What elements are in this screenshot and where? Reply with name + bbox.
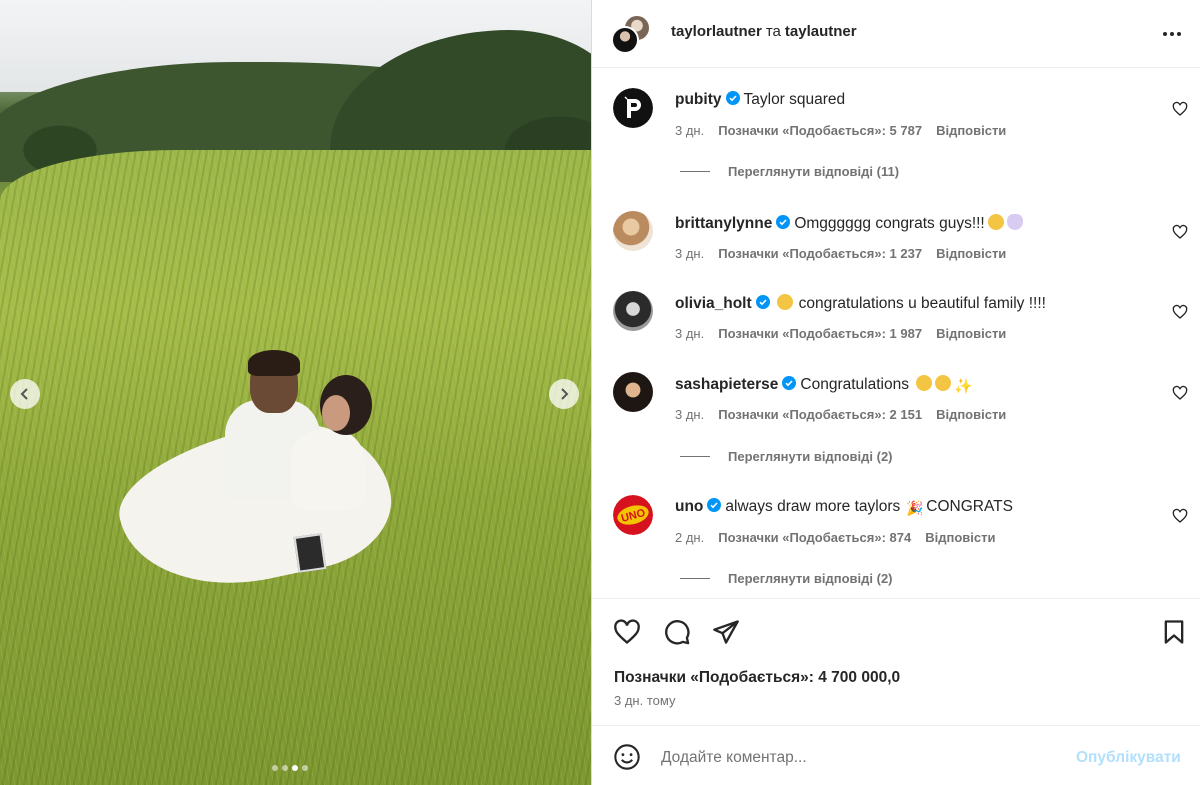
avatar[interactable] xyxy=(613,88,653,128)
comment-likes[interactable]: Позначки «Подобається»: 1 987 xyxy=(718,326,922,341)
comment-username[interactable]: uno xyxy=(675,498,703,515)
heart-icon[interactable] xyxy=(1172,385,1188,401)
comment-text: congratulations u beautiful family !!!! xyxy=(798,295,1046,312)
comment-text-continued: CONGRATS xyxy=(926,498,1013,515)
comment-text: Omgggggg congrats guys!!! xyxy=(794,215,985,232)
view-replies-button[interactable]: Переглянути відповіді (2) xyxy=(680,571,893,586)
heart-icon[interactable] xyxy=(1172,224,1188,240)
reply-button[interactable]: Відповісти xyxy=(925,530,995,545)
comment-time[interactable]: 2 дн. xyxy=(675,530,704,545)
comment-time[interactable]: 3 дн. xyxy=(675,123,704,138)
post-comment-button[interactable]: Опублікувати xyxy=(1076,749,1181,767)
heart-icon[interactable] xyxy=(613,618,641,646)
post-header: taylorlautner та taylautner xyxy=(592,0,1200,68)
verified-icon xyxy=(707,498,722,512)
bookmark-icon[interactable] xyxy=(1160,618,1188,646)
purple-heart-emoji-icon xyxy=(1006,214,1023,230)
carousel-dot xyxy=(272,765,278,771)
comment-username[interactable]: olivia_holt xyxy=(675,295,752,312)
pleading-face-emoji-icon xyxy=(776,294,793,310)
author-link-2[interactable]: taylautner xyxy=(785,23,857,40)
chevron-right-icon xyxy=(561,388,569,400)
comment-time[interactable]: 3 дн. xyxy=(675,246,704,261)
avatar[interactable] xyxy=(613,372,653,412)
more-options-button[interactable] xyxy=(1160,24,1184,44)
comment-text: Taylor squared xyxy=(743,91,846,108)
author-link-1[interactable]: taylorlautner xyxy=(671,23,762,40)
reply-button[interactable]: Відповісти xyxy=(936,246,1006,261)
emoji-icon[interactable] xyxy=(613,743,641,771)
post-time[interactable]: 3 дн. тому xyxy=(614,693,675,708)
reply-button[interactable]: Відповісти xyxy=(936,123,1006,138)
verified-icon xyxy=(725,91,740,105)
reply-button[interactable]: Відповісти xyxy=(936,326,1006,341)
comments-list[interactable]: pubity Taylor squared 3 дн. Позначки «Подо… xyxy=(592,68,1200,598)
action-bar xyxy=(592,598,1200,725)
avatar xyxy=(611,26,639,54)
view-replies-button[interactable]: Переглянути відповіді (2) xyxy=(680,449,893,464)
comment-likes[interactable]: Позначки «Подобається»: 5 787 xyxy=(718,123,922,138)
avatar[interactable] xyxy=(613,291,653,331)
avatar[interactable]: UNO xyxy=(613,495,653,535)
sparkles-emoji-icon: ✨ xyxy=(953,378,973,395)
photo-couple xyxy=(107,350,410,607)
comment-likes[interactable]: Позначки «Подобається»: 2 151 xyxy=(718,407,922,422)
comment-likes[interactable]: Позначки «Подобається»: 874 xyxy=(718,530,911,545)
comment-likes[interactable]: Позначки «Подобається»: 1 237 xyxy=(718,246,922,261)
carousel-dot xyxy=(302,765,308,771)
avatar[interactable] xyxy=(613,211,653,251)
view-replies-button[interactable]: Переглянути відповіді (11) xyxy=(680,164,899,179)
carousel-dots xyxy=(272,765,308,771)
collab-avatars[interactable] xyxy=(611,14,651,54)
carousel-next-button[interactable] xyxy=(549,379,579,409)
comment-text: Congratulations xyxy=(800,376,909,393)
carousel-dot-active xyxy=(292,765,298,771)
comment-username[interactable]: sashapieterse xyxy=(675,376,778,393)
party-popper-emoji-icon: 🎉 xyxy=(906,500,924,516)
share-icon[interactable] xyxy=(712,618,740,646)
more-icon xyxy=(1163,32,1167,36)
heart-icon[interactable] xyxy=(1172,101,1188,117)
likes-count[interactable]: Позначки «Подобається»: 4 700 000,0 xyxy=(614,669,900,687)
verified-icon xyxy=(782,376,797,390)
comment-text: always draw more taylors xyxy=(725,498,901,515)
comment-username[interactable]: brittanylynne xyxy=(675,215,772,232)
post-authors: taylorlautner та taylautner xyxy=(671,23,857,40)
carousel-dot xyxy=(282,765,288,771)
heart-icon[interactable] xyxy=(1172,508,1188,524)
comment-username[interactable]: pubity xyxy=(675,91,722,108)
comment-time[interactable]: 3 дн. xyxy=(675,326,704,341)
smiling-face-emoji-icon xyxy=(915,375,932,391)
chevron-left-icon xyxy=(20,388,28,400)
verified-icon xyxy=(755,295,770,309)
heart-icon[interactable] xyxy=(1172,304,1188,320)
post-photo[interactable] xyxy=(0,0,591,785)
post-sidebar: taylorlautner та taylautner pubity Taylor s… xyxy=(591,0,1200,785)
author-conjunction: та xyxy=(765,23,781,40)
pleading-face-emoji-icon xyxy=(934,375,951,391)
verified-icon xyxy=(776,215,791,229)
pleading-face-emoji-icon xyxy=(987,214,1004,230)
comment-input[interactable] xyxy=(661,746,1061,770)
carousel-prev-button[interactable] xyxy=(10,379,40,409)
comment-time[interactable]: 3 дн. xyxy=(675,407,704,422)
reply-button[interactable]: Відповісти xyxy=(936,407,1006,422)
comment-icon[interactable] xyxy=(663,618,691,646)
add-comment-bar: Опублікувати xyxy=(592,725,1200,785)
